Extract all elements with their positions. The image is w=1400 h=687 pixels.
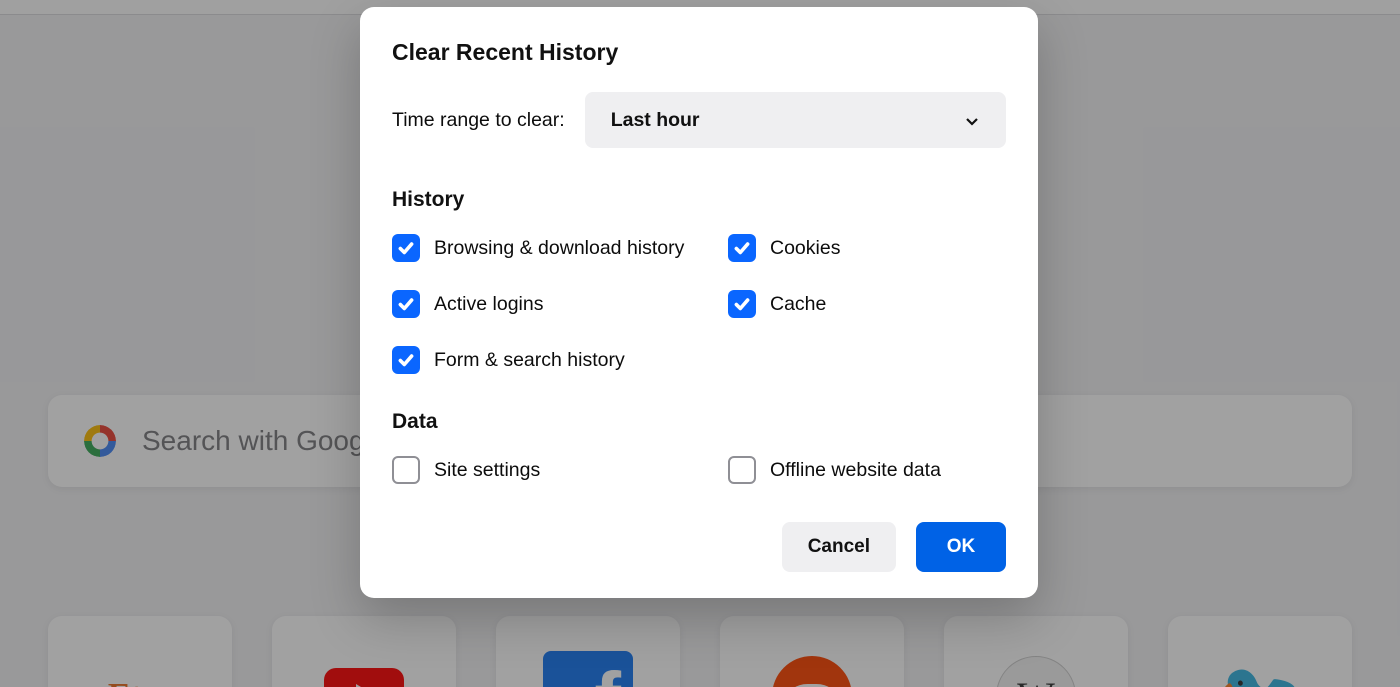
checkbox-label: Offline website data (770, 459, 941, 482)
time-range-row: Time range to clear: Last hour (392, 92, 1006, 148)
ok-button[interactable]: OK (916, 522, 1006, 572)
checkbox-checked-icon (392, 234, 420, 262)
checkbox-label: Browsing & download history (434, 237, 684, 260)
checkbox-offline-website-data[interactable]: Offline website data (728, 456, 1006, 484)
checkbox-site-settings[interactable]: Site settings (392, 456, 728, 484)
checkbox-label: Form & search history (434, 349, 625, 372)
clear-history-dialog: Clear Recent History Time range to clear… (360, 7, 1038, 598)
checkbox-form-search-history[interactable]: Form & search history (392, 346, 728, 374)
chevron-down-icon (964, 112, 980, 128)
checkbox-checked-icon (392, 346, 420, 374)
checkbox-unchecked-icon (728, 456, 756, 484)
time-range-label: Time range to clear: (392, 109, 565, 132)
checkbox-label: Cookies (770, 237, 840, 260)
checkbox-cache[interactable]: Cache (728, 290, 1006, 318)
data-section-heading: Data (392, 410, 1006, 434)
checkbox-checked-icon (392, 290, 420, 318)
checkbox-label: Site settings (434, 459, 540, 482)
history-section-heading: History (392, 188, 1006, 212)
data-checkbox-grid: Site settings Offline website data (392, 456, 1006, 484)
history-checkbox-grid: Browsing & download history Cookies Active… (392, 234, 1006, 374)
checkbox-unchecked-icon (392, 456, 420, 484)
time-range-value: Last hour (611, 109, 700, 132)
checkbox-browsing-download-history[interactable]: Browsing & download history (392, 234, 728, 262)
checkbox-checked-icon (728, 234, 756, 262)
cancel-button[interactable]: Cancel (782, 522, 896, 572)
dialog-title: Clear Recent History (392, 39, 1006, 66)
checkbox-active-logins[interactable]: Active logins (392, 290, 728, 318)
checkbox-label: Active logins (434, 293, 543, 316)
dialog-button-row: Cancel OK (392, 522, 1006, 572)
checkbox-label: Cache (770, 293, 826, 316)
time-range-select[interactable]: Last hour (585, 92, 1006, 148)
checkbox-cookies[interactable]: Cookies (728, 234, 1006, 262)
checkbox-checked-icon (728, 290, 756, 318)
